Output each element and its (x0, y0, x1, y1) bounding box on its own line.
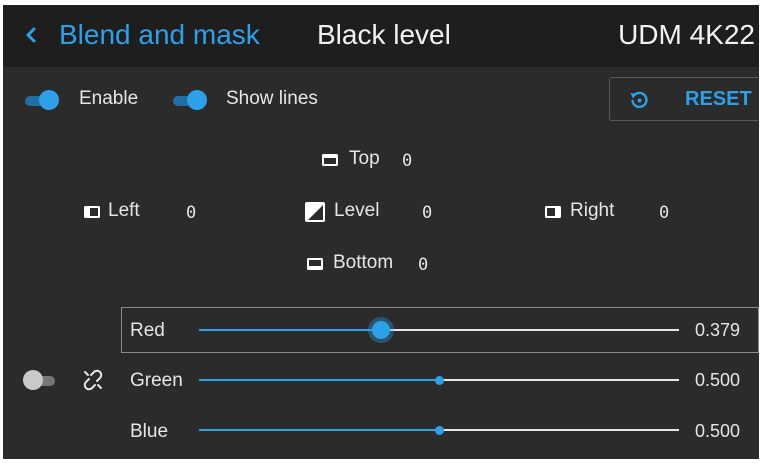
blue-value: 0.500 (695, 421, 741, 441)
red-value: 0.379 (695, 320, 741, 340)
chevron-left-icon[interactable] (23, 20, 47, 50)
red-slider-thumb[interactable] (372, 321, 390, 339)
right-value[interactable]: 0 (659, 203, 669, 223)
green-slider[interactable] (199, 375, 679, 385)
enable-label: Enable (79, 88, 139, 109)
blue-slider-thumb[interactable] (434, 425, 444, 435)
level-icon (305, 202, 325, 222)
green-label: Green (130, 370, 183, 391)
left-value[interactable]: 0 (186, 203, 196, 223)
reset-button[interactable]: RESET (609, 77, 759, 121)
red-slider[interactable] (199, 321, 679, 339)
show-lines-label: Show lines (226, 88, 318, 109)
reset-icon (630, 91, 648, 109)
bottom-label[interactable]: Bottom (333, 252, 393, 274)
breadcrumb-blend-and-mask[interactable]: Blend and mask (59, 19, 260, 51)
green-value: 0.500 (695, 370, 741, 390)
enable-toggle[interactable] (25, 90, 59, 110)
top-edge-icon (322, 154, 338, 166)
left-label[interactable]: Left (108, 200, 140, 222)
unlink-icon (83, 369, 103, 391)
bottom-value[interactable]: 0 (418, 255, 428, 275)
top-value[interactable]: 0 (402, 151, 412, 171)
top-label[interactable]: Top (349, 148, 380, 170)
right-label[interactable]: Right (570, 200, 614, 222)
green-slider-thumb[interactable] (434, 375, 444, 385)
page-title: Black level (317, 19, 451, 50)
link-channels-toggle[interactable] (23, 370, 57, 390)
level-value[interactable]: 0 (422, 203, 432, 223)
black-level-screen: Blend and mask Black level UDM 4K22 Enab… (3, 5, 759, 459)
blue-slider[interactable] (199, 425, 679, 435)
right-edge-icon (545, 206, 561, 218)
bottom-edge-icon (307, 258, 323, 270)
header-bar: Blend and mask Black level UDM 4K22 (3, 5, 759, 67)
left-edge-icon (84, 206, 100, 218)
reset-label: RESET (685, 88, 752, 110)
red-label: Red (130, 320, 165, 341)
device-name: UDM 4K22 (618, 19, 755, 50)
show-lines-toggle[interactable] (173, 90, 207, 110)
blue-label: Blue (130, 421, 169, 442)
level-label[interactable]: Level (334, 200, 379, 222)
